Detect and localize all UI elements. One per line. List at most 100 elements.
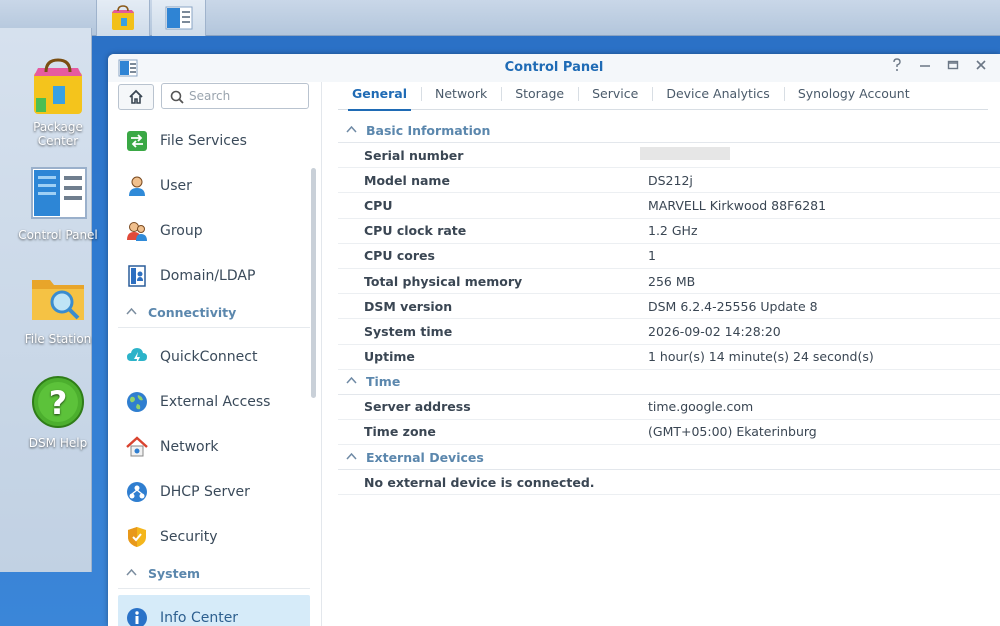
maximize-button[interactable]: [942, 58, 964, 78]
tab-storage[interactable]: Storage: [501, 82, 578, 110]
sidebar-category-label: System: [148, 566, 201, 581]
info-value: 1.2 GHz: [648, 223, 698, 239]
sidebar: File Services User Group: [108, 82, 322, 626]
info-value: 256 MB: [648, 273, 696, 289]
home-button[interactable]: [118, 84, 154, 110]
package-center-icon: [112, 5, 134, 30]
section-time[interactable]: Time: [338, 370, 1000, 395]
quickconnect-icon: [127, 347, 147, 365]
window-title: Control Panel: [504, 60, 604, 75]
search-icon: [170, 90, 184, 104]
section-title: Time: [366, 374, 401, 390]
info-key: CPU: [364, 197, 393, 213]
maximize-icon: [947, 60, 959, 70]
taskbar-package-center-button[interactable]: [96, 0, 150, 36]
close-button[interactable]: [970, 58, 992, 78]
sidebar-scrollbar[interactable]: [311, 168, 316, 398]
tab-network[interactable]: Network: [421, 82, 501, 110]
sidebar-item-group[interactable]: Group: [118, 208, 310, 253]
minimize-icon: [920, 65, 930, 67]
info-panel: Basic Information Serial number Model na…: [338, 118, 1000, 496]
main-content: General Network Storage Service Device A…: [323, 82, 1000, 626]
minimize-button[interactable]: [914, 58, 936, 78]
info-row-dsm-version: DSM version DSM 6.2.4-25556 Update 8: [338, 294, 1000, 320]
sidebar-item-external-access[interactable]: External Access: [118, 379, 310, 424]
info-value: time.google.com: [648, 399, 754, 415]
sidebar-item-domain-ldap[interactable]: Domain/LDAP: [118, 253, 310, 298]
info-row-model-name: Model name DS212j: [338, 168, 1000, 194]
info-key: CPU cores: [364, 248, 435, 264]
info-key: Server address: [364, 399, 471, 415]
package-center-icon: [28, 58, 88, 118]
info-value: MARVELL Kirkwood 88F6281: [648, 197, 827, 213]
search-box[interactable]: [161, 83, 309, 109]
tab-general[interactable]: General: [338, 82, 421, 111]
dhcp-server-icon: [127, 481, 147, 502]
sidebar-item-label: Domain/LDAP: [160, 267, 256, 284]
info-key: DSM version: [364, 298, 453, 314]
sidebar-item-dhcp-server[interactable]: DHCP Server: [118, 469, 310, 514]
desktop-icon-file-station[interactable]: File Station: [8, 270, 108, 346]
sidebar-category-system[interactable]: System: [118, 559, 310, 589]
tab-device-analytics[interactable]: Device Analytics: [652, 82, 784, 110]
info-value: 2026-09-02 14:28:20: [648, 323, 781, 339]
info-row-uptime: Uptime 1 hour(s) 14 minute(s) 24 second(…: [338, 345, 1000, 370]
sidebar-item-security[interactable]: Security: [118, 514, 310, 559]
chevron-up-icon: [346, 376, 357, 387]
desktop-icon-label: Center: [37, 134, 79, 148]
sidebar-item-quickconnect[interactable]: QuickConnect: [118, 334, 310, 379]
info-value: (GMT+05:00) Ekaterinburg: [648, 424, 817, 440]
sidebar-item-label: Security: [160, 528, 218, 545]
desktop-icon-label: Package: [33, 120, 83, 134]
help-icon: ?: [28, 374, 88, 434]
tab-synology-account[interactable]: Synology Account: [783, 82, 924, 110]
chevron-up-icon: [346, 125, 357, 136]
window-titlebar[interactable]: Control Panel: [108, 54, 1000, 82]
section-title: Basic Information: [366, 122, 491, 138]
desktop-icon-control-panel[interactable]: Control Panel: [8, 166, 108, 242]
taskbar-control-panel-button[interactable]: [152, 0, 206, 36]
info-key: Time zone: [364, 424, 436, 440]
help-button[interactable]: [886, 58, 908, 78]
desktop-icon-dsm-help[interactable]: ? DSM Help: [8, 374, 108, 450]
control-panel-icon: [165, 6, 192, 30]
info-value: DS212j: [648, 172, 693, 188]
info-row-serial-number: Serial number: [338, 143, 1000, 169]
info-row-system-time: System time 2026-09-02 14:28:20: [338, 319, 1000, 345]
sidebar-item-label: Info Center: [160, 609, 239, 626]
chevron-up-icon: [126, 568, 138, 579]
close-icon: [976, 60, 986, 70]
group-icon: [127, 221, 147, 241]
info-key: Uptime: [364, 349, 415, 365]
sidebar-item-network[interactable]: Network: [118, 424, 310, 469]
search-input[interactable]: [189, 87, 304, 105]
section-basic-information[interactable]: Basic Information: [338, 118, 1000, 143]
sidebar-item-label: Group: [160, 222, 203, 239]
info-row-server-address: Server address time.google.com: [338, 395, 1000, 420]
section-title: External Devices: [366, 449, 484, 465]
tab-bar: General Network Storage Service Device A…: [338, 82, 988, 111]
info-key: Serial number: [364, 147, 464, 163]
sidebar-item-label: User: [160, 177, 192, 194]
file-services-icon: [127, 130, 147, 151]
network-home-icon: [126, 435, 148, 456]
chevron-up-icon: [126, 307, 138, 318]
sidebar-item-label: File Services: [160, 132, 247, 149]
sidebar-item-info-center[interactable]: Info Center: [118, 595, 310, 626]
sidebar-category-connectivity[interactable]: Connectivity: [118, 298, 310, 328]
chevron-up-icon: [346, 452, 357, 463]
user-icon: [129, 176, 145, 196]
svg-text:?: ?: [49, 384, 68, 422]
desktop-icon-label: File Station: [24, 332, 92, 346]
sidebar-item-file-services[interactable]: File Services: [118, 118, 310, 163]
sidebar-item-label: Network: [160, 438, 219, 455]
desktop-icon-label: Control Panel: [18, 228, 98, 242]
section-external-devices[interactable]: External Devices: [338, 445, 1000, 471]
desktop-icon-package-center[interactable]: Package Center: [8, 58, 108, 148]
info-row-total-physical-memory: Total physical memory 256 MB: [338, 269, 1000, 295]
sidebar-item-user[interactable]: User: [118, 163, 310, 208]
control-panel-window: Control Panel Search File Services User …: [108, 54, 1000, 626]
info-row-time-zone: Time zone (GMT+05:00) Ekaterinburg: [338, 420, 1000, 446]
info-value: 1: [648, 248, 656, 264]
tab-service[interactable]: Service: [578, 82, 652, 110]
